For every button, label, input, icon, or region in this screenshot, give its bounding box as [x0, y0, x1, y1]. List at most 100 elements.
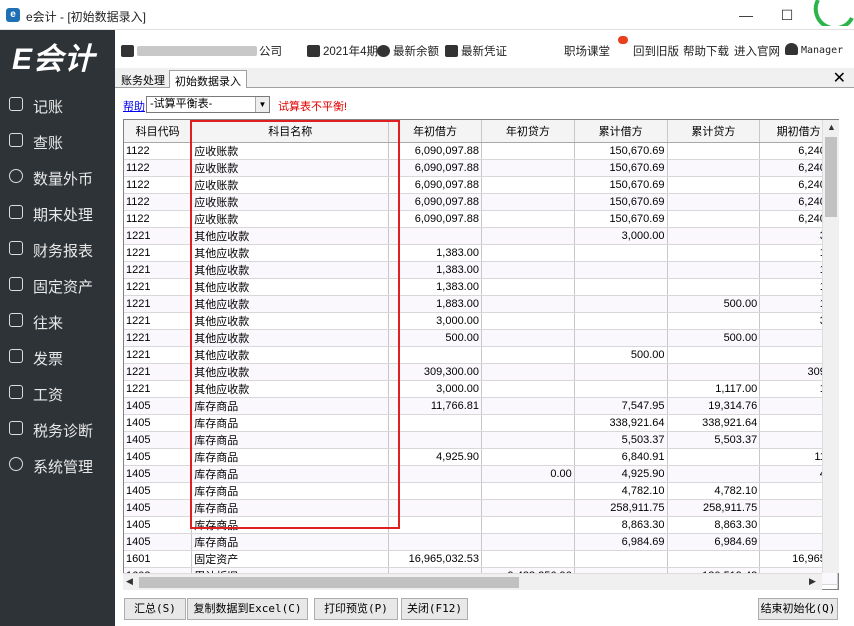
- table-cell[interactable]: 4,782.10: [667, 482, 761, 500]
- table-row[interactable]: 1405 库存商品 8,863.30 8,863.30: [124, 516, 838, 534]
- table-cell[interactable]: 1,383.00: [388, 244, 482, 262]
- vertical-scroll-thumb[interactable]: [825, 137, 837, 217]
- table-cell[interactable]: 其他应收款: [191, 295, 390, 313]
- official-site-link[interactable]: 进入官网: [734, 43, 780, 59]
- help-link[interactable]: 帮助: [123, 98, 145, 114]
- table-cell[interactable]: [481, 380, 575, 398]
- table-cell[interactable]: [481, 210, 575, 228]
- table-row[interactable]: 1405 库存商品 5,503.37 5,503.37: [124, 431, 838, 449]
- table-cell[interactable]: [481, 346, 575, 364]
- table-cell[interactable]: 1221: [124, 380, 193, 398]
- table-row[interactable]: 1122 应收账款 6,090,097.88 150,670.69 6,240,7: [124, 142, 838, 160]
- table-cell[interactable]: 1601: [124, 550, 193, 568]
- nav-item-period-end[interactable]: 期末处理: [0, 199, 115, 227]
- table-cell[interactable]: 1122: [124, 210, 193, 228]
- table-cell[interactable]: 3,000.00: [388, 312, 482, 330]
- table-row[interactable]: 1405 库存商品 11,766.81 7,547.95 19,314.76: [124, 397, 838, 415]
- table-cell[interactable]: 其他应收款: [191, 346, 390, 364]
- maximize-button[interactable]: ☐: [774, 5, 800, 25]
- table-cell[interactable]: [667, 227, 761, 245]
- table-cell[interactable]: 258,911.75: [667, 499, 761, 517]
- table-cell[interactable]: [667, 159, 761, 177]
- table-cell[interactable]: [481, 431, 575, 449]
- table-cell[interactable]: 其他应收款: [191, 312, 390, 330]
- table-cell[interactable]: 6,090,097.88: [388, 176, 482, 194]
- nav-item-query[interactable]: 查账: [0, 127, 115, 155]
- table-cell[interactable]: [667, 210, 761, 228]
- table-cell[interactable]: 500.00: [667, 295, 761, 313]
- table-cell[interactable]: 1221: [124, 363, 193, 381]
- table-cell[interactable]: 338,921.64: [667, 414, 761, 432]
- table-cell[interactable]: 库存商品: [191, 516, 390, 534]
- back-to-old-version-link[interactable]: 回到旧版: [633, 43, 679, 59]
- table-cell[interactable]: 应收账款: [191, 210, 390, 228]
- table-cell[interactable]: 500.00: [667, 329, 761, 347]
- table-row[interactable]: 1221其他应收款309,300.00309,3: [124, 363, 838, 381]
- table-cell[interactable]: 1405: [124, 448, 193, 466]
- table-row[interactable]: 1221其他应收款1,383.001,3: [124, 261, 838, 279]
- column-header[interactable]: 科目名称: [191, 120, 390, 143]
- table-cell[interactable]: 1122: [124, 142, 193, 160]
- close-button[interactable]: 关闭(F12): [401, 598, 468, 620]
- table-cell[interactable]: [667, 312, 761, 330]
- table-row[interactable]: 1122 应收账款 6,090,097.88 150,670.69 6,240,7: [124, 176, 838, 194]
- table-cell[interactable]: [481, 448, 575, 466]
- nav-item-transactions[interactable]: 往来: [0, 307, 115, 335]
- table-cell[interactable]: [574, 295, 668, 313]
- table-row[interactable]: 1221其他应收款3,000.003,0: [124, 227, 838, 245]
- table-cell[interactable]: 1405: [124, 414, 193, 432]
- table-cell[interactable]: [481, 193, 575, 211]
- table-cell[interactable]: 5,503.37: [574, 431, 668, 449]
- horizontal-scrollbar[interactable]: ◀ ▶: [123, 573, 822, 590]
- table-row[interactable]: 1405 库存商品 4,782.10 4,782.10: [124, 482, 838, 500]
- table-row[interactable]: 1221其他应收款500.005: [124, 346, 838, 364]
- table-cell[interactable]: [481, 278, 575, 296]
- table-cell[interactable]: [667, 142, 761, 160]
- table-cell[interactable]: 309,300.00: [388, 363, 482, 381]
- table-cell[interactable]: 库存商品: [191, 397, 390, 415]
- table-cell[interactable]: 其他应收款: [191, 261, 390, 279]
- table-cell[interactable]: [574, 550, 668, 568]
- column-header[interactable]: 累计借方: [574, 120, 668, 143]
- table-cell[interactable]: 6,090,097.88: [388, 210, 482, 228]
- table-cell[interactable]: [481, 533, 575, 551]
- table-cell[interactable]: 4,925.90: [574, 465, 668, 483]
- table-cell[interactable]: 1,117.00: [667, 380, 761, 398]
- table-cell[interactable]: [667, 346, 761, 364]
- table-cell[interactable]: 6,984.69: [574, 533, 668, 551]
- table-cell[interactable]: [481, 142, 575, 160]
- table-row[interactable]: 1601 固定资产 16,965,032.53 16,965,0: [124, 550, 838, 568]
- scroll-left-icon[interactable]: ◀: [126, 576, 133, 587]
- period-selector[interactable]: 2021年4期: [307, 43, 378, 59]
- column-header[interactable]: 科目代码: [124, 120, 193, 143]
- table-row[interactable]: 1405 库存商品 258,911.75 258,911.75: [124, 499, 838, 517]
- table-cell[interactable]: 库存商品: [191, 482, 390, 500]
- table-cell[interactable]: [481, 244, 575, 262]
- table-cell[interactable]: [388, 431, 482, 449]
- chevron-down-icon[interactable]: ▼: [255, 97, 269, 112]
- nav-item-record[interactable]: 记账: [0, 91, 115, 119]
- table-cell[interactable]: 应收账款: [191, 142, 390, 160]
- table-cell[interactable]: 5,503.37: [667, 431, 761, 449]
- table-cell[interactable]: [388, 499, 482, 517]
- table-cell[interactable]: 1405: [124, 465, 193, 483]
- table-cell[interactable]: 3,000.00: [388, 380, 482, 398]
- vertical-scrollbar[interactable]: ▲: [822, 120, 839, 573]
- scroll-right-icon[interactable]: ▶: [809, 576, 816, 587]
- table-cell[interactable]: [481, 176, 575, 194]
- table-cell[interactable]: 库存商品: [191, 465, 390, 483]
- table-cell[interactable]: [574, 278, 668, 296]
- table-row[interactable]: 1221其他应收款1,383.001,3: [124, 278, 838, 296]
- table-cell[interactable]: 库存商品: [191, 448, 390, 466]
- latest-voucher-button[interactable]: 最新凭证: [445, 43, 507, 59]
- table-cell[interactable]: [481, 159, 575, 177]
- table-cell[interactable]: 应收账款: [191, 159, 390, 177]
- table-cell[interactable]: [574, 363, 668, 381]
- table-cell[interactable]: 1221: [124, 312, 193, 330]
- nav-item-system-admin[interactable]: 系统管理: [0, 451, 115, 479]
- nav-item-fixed-assets[interactable]: 固定资产: [0, 271, 115, 299]
- table-cell[interactable]: 8,863.30: [574, 516, 668, 534]
- company-name[interactable]: 公司: [121, 43, 282, 59]
- table-cell[interactable]: [481, 261, 575, 279]
- help-download-link[interactable]: 帮助下载: [683, 43, 729, 59]
